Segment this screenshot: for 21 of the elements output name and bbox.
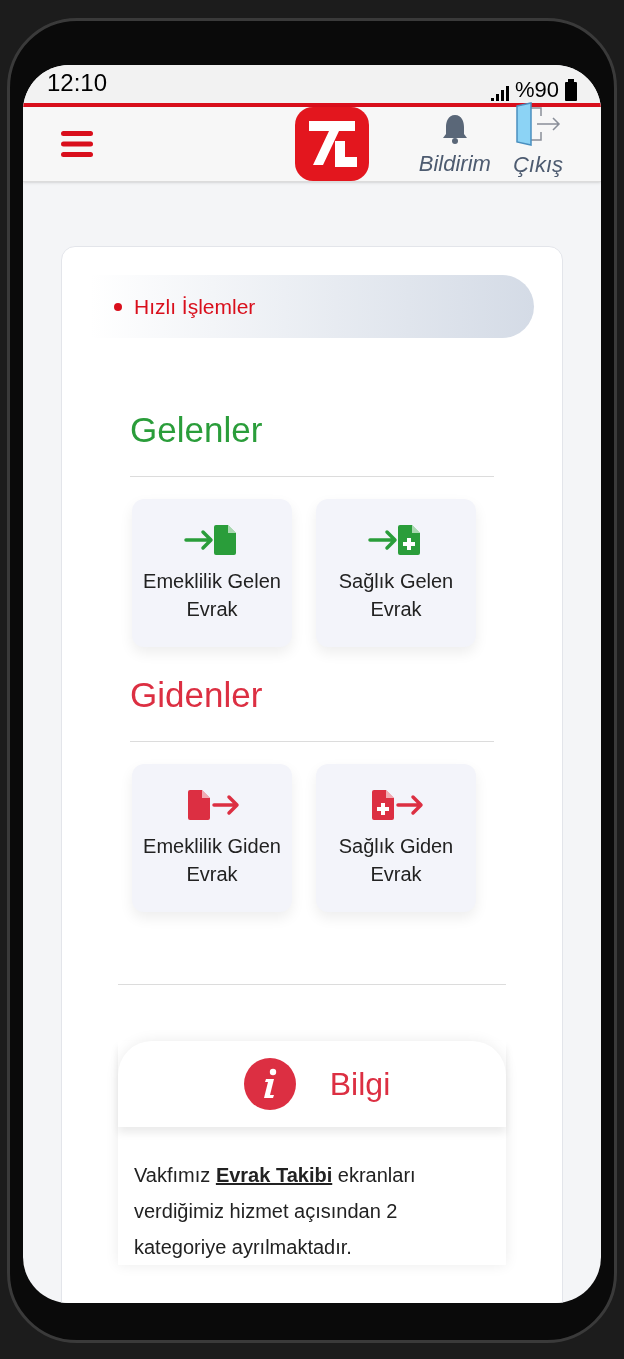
signal-icon	[490, 85, 509, 101]
info-icon	[243, 1058, 296, 1110]
document-tile[interactable]: Sağlık Gelen Evrak	[316, 499, 476, 647]
logout-button[interactable]: Çıkış	[512, 101, 563, 181]
document-tile[interactable]: Emeklilik Gelen Evrak	[132, 499, 292, 647]
status-time: 12:10	[47, 68, 108, 98]
group-heading: Gidenler	[130, 675, 264, 715]
menu-icon[interactable]	[61, 131, 93, 157]
evrak-takibi-link[interactable]: Evrak Takibi	[215, 1164, 333, 1186]
group-heading: Gelenler	[130, 410, 264, 450]
bullet-icon	[114, 302, 122, 311]
battery-icon	[565, 79, 577, 101]
bell-icon	[440, 112, 469, 145]
notifications-button[interactable]: Bildirim	[418, 112, 491, 180]
info-text: Vakfımız Evrak Takibi ekranları verdiğimiz hizmet açısından 2 kategoriye ayrılmaktadır.	[133, 1163, 417, 1260]
document-tile[interactable]: Emeklilik Giden Evrak	[132, 764, 292, 912]
battery-percentage: %90	[514, 79, 559, 101]
info-title: Bilgi	[329, 1065, 391, 1104]
door-exit-icon	[514, 101, 561, 146]
document-tile[interactable]: Sağlık Giden Evrak	[316, 764, 476, 912]
section-title: Hızlı İşlemler	[134, 293, 256, 320]
